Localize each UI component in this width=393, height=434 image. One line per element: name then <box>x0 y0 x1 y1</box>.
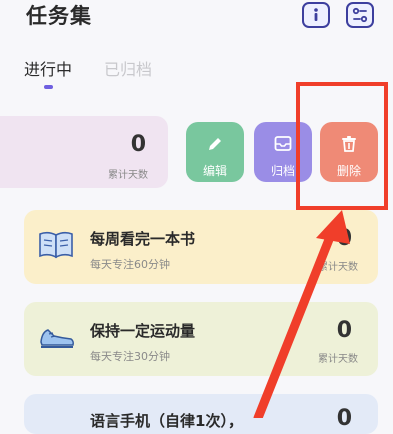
days-count: 0 <box>336 406 352 431</box>
tab-archived[interactable]: 已归档 <box>104 56 152 80</box>
task-card[interactable]: 保持一定运动量 每天专注30分钟 0 累计天数 <box>24 302 378 376</box>
task-name: 每周看完一本书 <box>90 230 196 248</box>
task-card[interactable]: 语言手机（自律1次）， 0 <box>24 394 378 434</box>
edit-icon <box>209 138 221 150</box>
annotation-highlight-box <box>296 82 388 210</box>
days-label: 累计天数 <box>108 170 148 181</box>
task-subtitle: 每天专注30分钟 <box>90 350 170 363</box>
app-header: 任务集 <box>0 0 393 42</box>
days-count: 0 <box>336 318 352 343</box>
settings-button[interactable] <box>346 2 374 28</box>
task-name: 语言手机（自律1次）， <box>90 412 243 430</box>
days-label: 累计天数 <box>318 354 358 365</box>
edit-label: 编辑 <box>202 164 227 178</box>
info-icon <box>314 8 318 21</box>
task-name: 保持一定运动量 <box>90 322 196 340</box>
settings-icon <box>352 7 368 23</box>
swiped-task-card[interactable]: 0 累计天数 <box>0 116 168 188</box>
edit-button[interactable]: 编辑 <box>186 122 244 182</box>
page-title: 任务集 <box>26 4 92 28</box>
task-card[interactable]: 每周看完一本书 每天专注60分钟 0 累计天数 <box>24 210 378 284</box>
days-label: 累计天数 <box>318 262 358 273</box>
task-subtitle: 每天专注60分钟 <box>90 258 170 271</box>
days-count: 0 <box>130 132 146 157</box>
book-icon <box>39 231 73 259</box>
tab-indicator <box>44 85 53 89</box>
info-button[interactable] <box>302 2 330 28</box>
sneaker-icon <box>40 329 74 348</box>
days-count: 0 <box>336 226 352 251</box>
archive-icon <box>274 136 292 151</box>
tab-in-progress[interactable]: 进行中 <box>24 56 72 80</box>
